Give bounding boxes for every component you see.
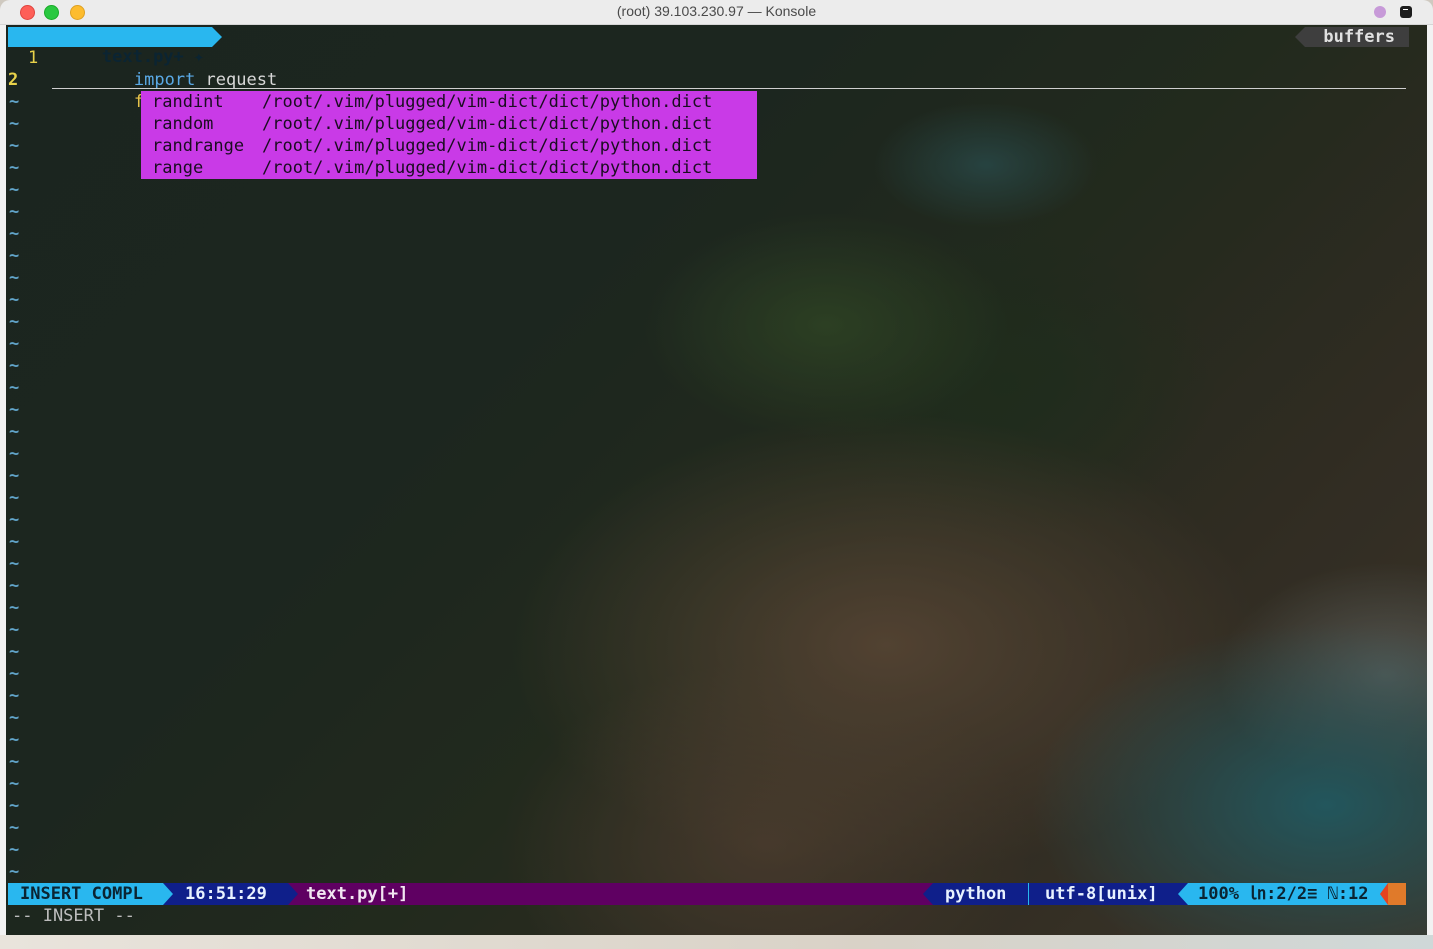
empty-line-tilde: ~	[9, 862, 20, 882]
desktop-background-strip	[0, 935, 1433, 949]
empty-line-tilde: ~	[9, 686, 20, 706]
buffers-label[interactable]: buffers	[1295, 27, 1409, 47]
tab-text-py[interactable]: text.py+ ✦	[8, 27, 223, 67]
empty-line-tilde: ~	[9, 576, 20, 596]
command-line[interactable]: -- INSERT --	[12, 905, 135, 927]
empty-line-tilde: ~	[9, 730, 20, 750]
empty-line-tilde: ~	[9, 818, 20, 838]
completion-source: /root/.vim/plugged/vim-dict/dict/python.…	[262, 158, 713, 178]
empty-line-tilde: ~	[9, 510, 20, 530]
circle-icon[interactable]	[1374, 6, 1386, 18]
empty-line-tilde: ~	[9, 180, 20, 200]
completion-item[interactable]: range/root/.vim/plugged/vim-dict/dict/py…	[141, 157, 757, 179]
completion-source: /root/.vim/plugged/vim-dict/dict/python.…	[262, 136, 713, 156]
completion-popup[interactable]: randint/root/.vim/plugged/vim-dict/dict/…	[141, 91, 757, 179]
completion-word: range	[152, 158, 204, 178]
empty-line-tilde: ~	[9, 422, 20, 442]
empty-line-tilde: ~	[9, 598, 20, 618]
empty-line-tilde: ~	[9, 268, 20, 288]
empty-line-tilde: ~	[9, 554, 20, 574]
empty-line-tilde: ~	[9, 774, 20, 794]
empty-line-tilde: ~	[9, 488, 20, 508]
completion-item[interactable]: randint/root/.vim/plugged/vim-dict/dict/…	[141, 91, 757, 113]
completion-item[interactable]: randrange/root/.vim/plugged/vim-dict/dic…	[141, 135, 757, 157]
empty-line-tilde: ~	[9, 378, 20, 398]
clock: 16:51:29	[163, 883, 298, 905]
empty-line-tilde: ~	[9, 114, 20, 134]
empty-line-tilde: ~	[9, 444, 20, 464]
empty-line-tilde: ~	[9, 840, 20, 860]
empty-line-tilde: ~	[9, 92, 20, 112]
empty-line-tilde: ~	[9, 620, 20, 640]
completion-word: randrange	[152, 136, 245, 156]
empty-line-tilde: ~	[9, 532, 20, 552]
empty-line-tilde: ~	[9, 224, 20, 244]
konsole-window: (root) 39.103.230.97 — Konsole text.py+ ✦…	[0, 0, 1433, 949]
terminal-area[interactable]: text.py+✦ buffers 1 import request 2 for…	[6, 25, 1427, 935]
mode-indicator: INSERT COMPL	[8, 883, 173, 905]
empty-line-tilde: ~	[9, 752, 20, 772]
file-encoding: utf-8[unix]	[1028, 883, 1188, 905]
empty-line-tilde: ~	[9, 158, 20, 178]
empty-line-tilde: ~	[9, 136, 20, 156]
window-title: (root) 39.103.230.97 — Konsole	[616, 3, 817, 19]
empty-line-tilde: ~	[9, 290, 20, 310]
window-right-border	[1427, 25, 1433, 949]
empty-line-tilde: ~	[9, 334, 20, 354]
completion-word: random	[152, 114, 214, 134]
empty-line-tilde: ~	[9, 796, 20, 816]
empty-line-tilde: ~	[9, 642, 20, 662]
terminal-icon[interactable]	[1400, 6, 1412, 18]
title-bar: (root) 39.103.230.97 — Konsole	[0, 0, 1433, 25]
empty-line-tilde: ~	[9, 400, 20, 420]
empty-line-tilde: ~	[9, 246, 20, 266]
completion-source: /root/.vim/plugged/vim-dict/dict/python.…	[262, 114, 713, 134]
filetype: python	[923, 883, 1028, 905]
line-number: 2	[8, 70, 19, 90]
vim-statusline: INSERT COMPL 16:51:29 text.py[+] python …	[8, 883, 1406, 905]
completion-source: /root/.vim/plugged/vim-dict/dict/python.…	[262, 92, 713, 112]
warning-indicator	[1380, 883, 1406, 905]
empty-line-tilde: ~	[9, 466, 20, 486]
empty-line-tilde: ~	[9, 202, 20, 222]
cursorline-underline	[52, 88, 1406, 89]
vim-tabline: text.py+ ✦ buffers	[6, 25, 1427, 67]
code-line-1[interactable]: 1 import request	[6, 47, 1427, 90]
empty-line-tilde: ~	[9, 312, 20, 332]
completion-item[interactable]: random/root/.vim/plugged/vim-dict/dict/p…	[141, 113, 757, 135]
empty-line-tilde: ~	[9, 356, 20, 376]
completion-word: randint	[152, 92, 224, 112]
empty-line-tilde: ~	[9, 664, 20, 684]
cursor-position: 100% ㏑:2/2≡ ℕ:12	[1178, 883, 1400, 905]
file-name: text.py[+]	[306, 884, 409, 904]
empty-line-tilde: ~	[9, 708, 20, 728]
